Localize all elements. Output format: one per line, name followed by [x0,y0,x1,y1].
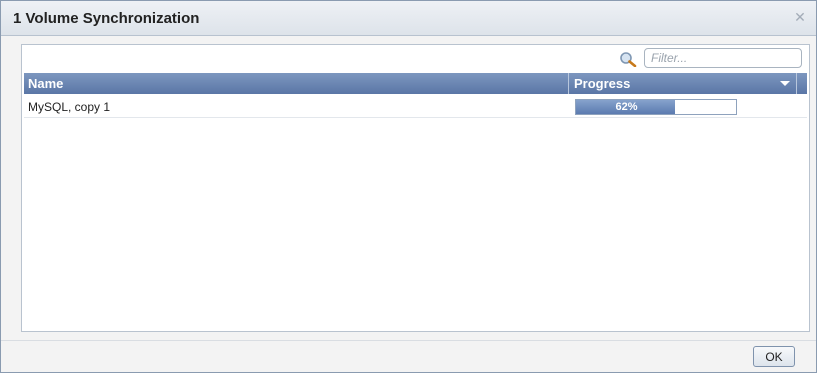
table-header: Name Progress [24,73,807,94]
dialog-titlebar: 1 Volume Synchronization ✕ [1,1,816,36]
chevron-down-icon[interactable] [780,81,790,86]
dialog-title: 1 Volume Synchronization [13,10,200,27]
column-header-progress-label: Progress [574,76,631,91]
column-header-progress[interactable]: Progress [570,73,797,94]
filter-bar [22,45,809,72]
sync-panel: Name Progress MySQL, copy 1 62% [21,44,810,332]
volume-sync-dialog: 1 Volume Synchronization ✕ Name Progress… [0,0,817,373]
column-header-name[interactable]: Name [24,73,569,94]
row-name-cell: MySQL, copy 1 [28,100,111,114]
search-icon [620,52,637,67]
footer-divider [1,340,816,341]
filter-input[interactable] [644,48,802,68]
ok-button[interactable]: OK [753,346,795,367]
progress-label: 62% [615,101,638,113]
column-header-name-label: Name [28,76,64,91]
close-icon[interactable]: ✕ [792,9,808,25]
progress-bar: 62% [575,99,737,115]
table-row[interactable]: MySQL, copy 1 62% [24,96,807,118]
